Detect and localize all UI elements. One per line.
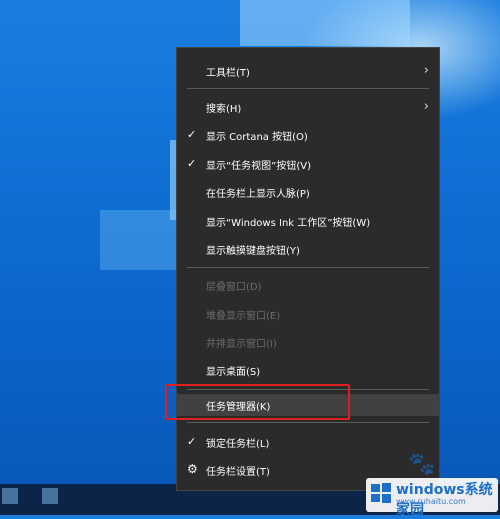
menu-item-label: 层叠窗口(D) [206, 281, 262, 293]
menu-item-show-people[interactable]: 在任务栏上显示人脉(P) [177, 181, 439, 203]
checkmark-icon: ✓ [187, 435, 197, 448]
gear-icon: ⚙ [187, 462, 198, 476]
menu-item-cascade-windows: 层叠窗口(D) [177, 274, 439, 296]
menu-item-label: 显示触摸键盘按钮(Y) [206, 245, 300, 257]
menu-item-label: 锁定任务栏(L) [206, 438, 270, 450]
menu-item-label: 任务栏设置(T) [206, 466, 270, 478]
menu-item-label: 显示“任务视图”按钮(V) [206, 160, 312, 172]
menu-separator [187, 267, 429, 268]
menu-item-show-touch-keyboard-button[interactable]: 显示触摸键盘按钮(Y) [177, 238, 439, 260]
menu-separator [187, 88, 429, 89]
paw-print-icon: 🐾 [408, 452, 436, 477]
taskbar-app-icon[interactable] [42, 488, 58, 504]
taskbar-context-menu: 工具栏(T) › 搜索(H) › ✓ 显示 Cortana 按钮(O) ✓ 显示… [176, 47, 440, 491]
menu-item-label: 堆叠显示窗口(E) [206, 310, 281, 322]
menu-item-show-cortana-button[interactable]: ✓ 显示 Cortana 按钮(O) [177, 124, 439, 146]
chevron-right-icon: › [423, 63, 429, 78]
menu-item-lock-taskbar[interactable]: ✓ 锁定任务栏(L) [177, 431, 439, 453]
menu-item-label: 搜索(H) [206, 103, 242, 115]
menu-item-label: 工具栏(T) [206, 67, 250, 79]
menu-item-search[interactable]: 搜索(H) › [177, 96, 439, 118]
menu-item-label: 显示“Windows Ink 工作区”按钮(W) [206, 217, 371, 229]
menu-item-side-by-side-windows: 并排显示窗口(I) [177, 331, 439, 353]
checkmark-icon: ✓ [187, 128, 197, 141]
menu-item-label: 在任务栏上显示人脉(P) [206, 188, 310, 200]
wallpaper-window-pane [240, 0, 410, 46]
menu-item-toolbars[interactable]: 工具栏(T) › [177, 60, 439, 82]
menu-item-label: 显示桌面(S) [206, 366, 261, 378]
menu-item-show-task-view-button[interactable]: ✓ 显示“任务视图”按钮(V) [177, 153, 439, 175]
menu-item-stack-windows: 堆叠显示窗口(E) [177, 303, 439, 325]
chevron-right-icon: › [423, 99, 429, 114]
watermark-url: www.ruhaitu.com [396, 497, 466, 506]
menu-item-show-windows-ink-button[interactable]: 显示“Windows Ink 工作区”按钮(W) [177, 210, 439, 232]
menu-separator [187, 422, 429, 423]
checkmark-icon: ✓ [187, 157, 197, 170]
menu-item-label: 并排显示窗口(I) [206, 338, 277, 350]
windows-logo-icon [371, 483, 391, 503]
menu-item-show-desktop[interactable]: 显示桌面(S) [177, 359, 439, 381]
highlight-box [165, 384, 350, 420]
menu-item-label: 显示 Cortana 按钮(O) [206, 131, 308, 143]
taskbar-app-icon[interactable] [2, 488, 18, 504]
